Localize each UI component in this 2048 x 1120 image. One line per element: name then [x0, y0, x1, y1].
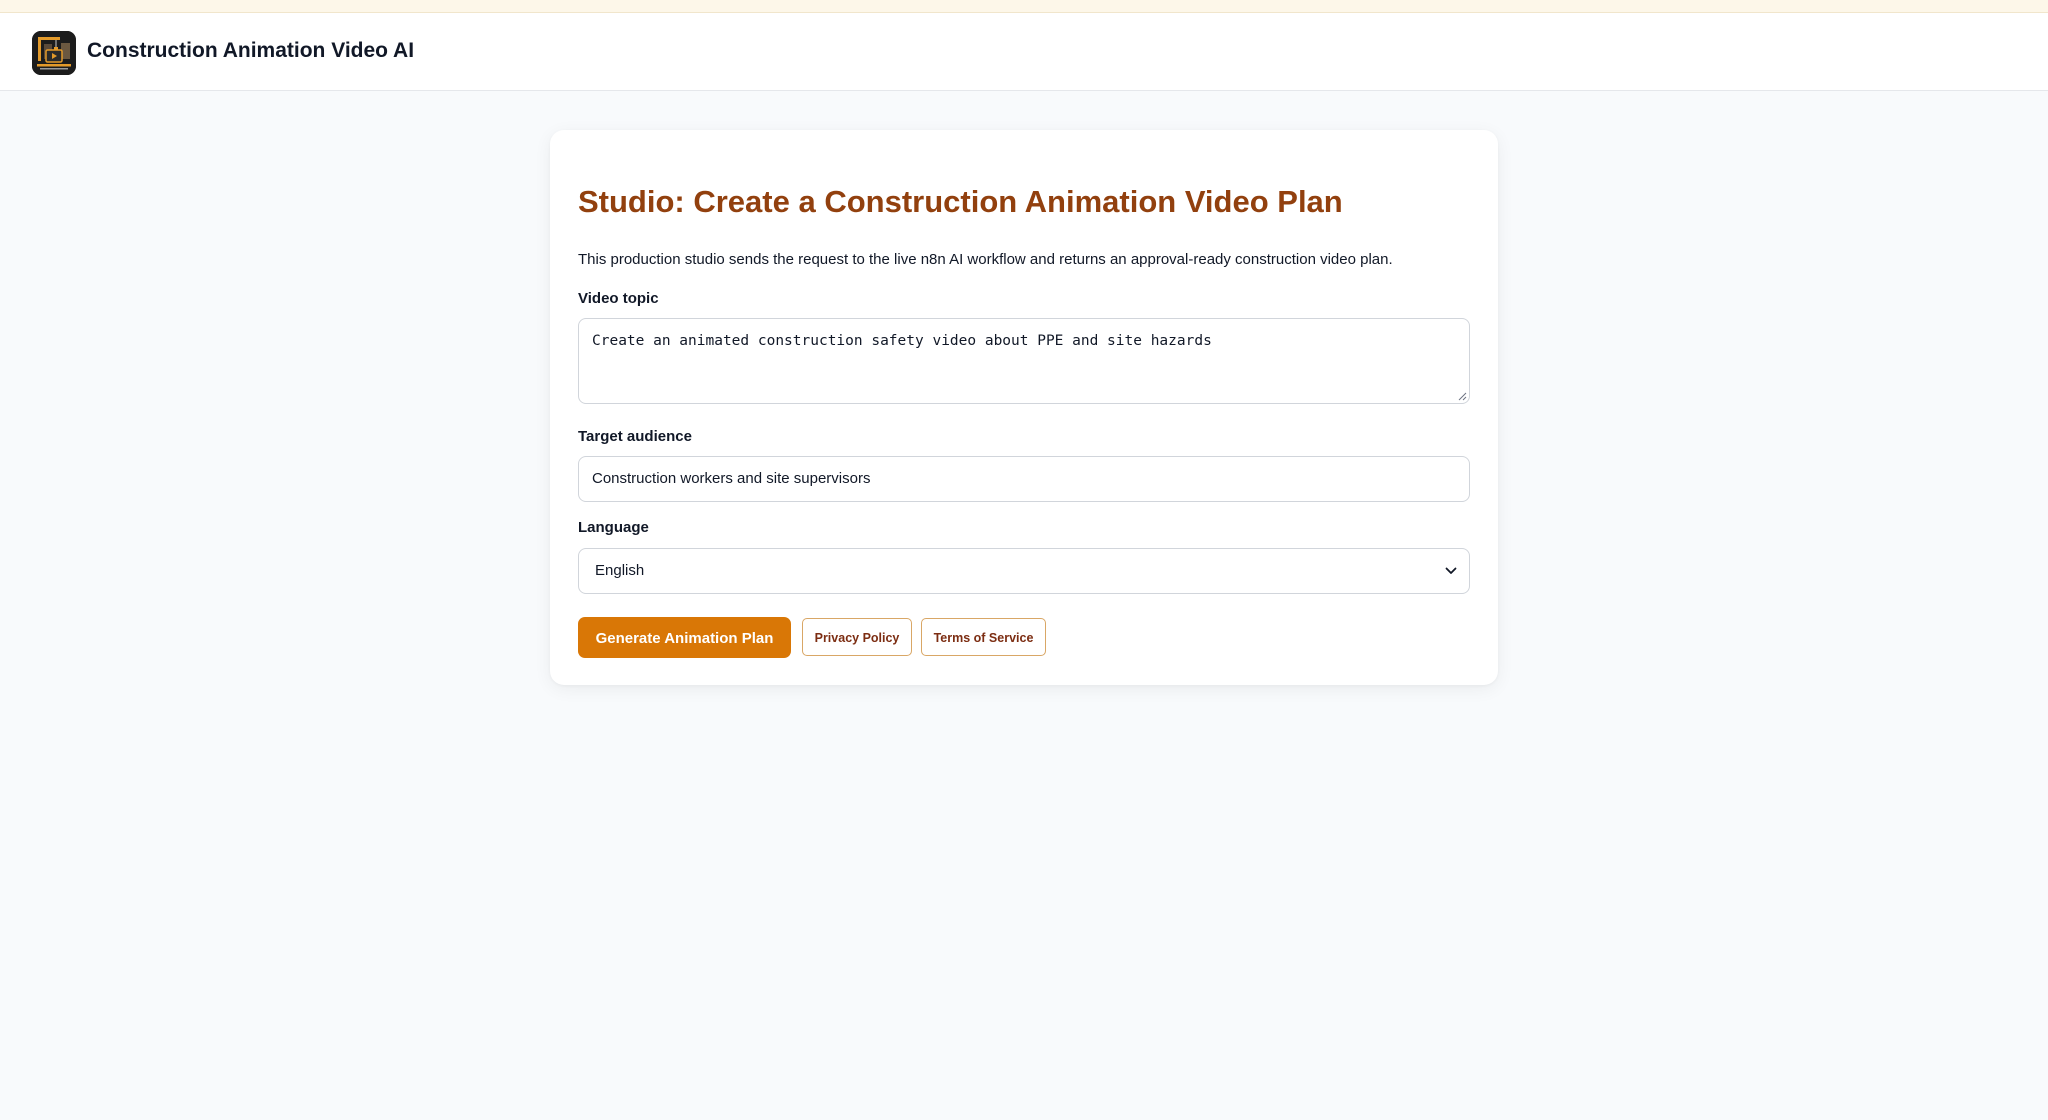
- app-header: Construction Animation Video AI: [0, 13, 2048, 91]
- top-banner-strip: [0, 0, 2048, 13]
- resize-handle-icon[interactable]: [1457, 391, 1467, 401]
- video-topic-label: Video topic: [578, 290, 659, 307]
- privacy-policy-button[interactable]: Privacy Policy: [802, 618, 912, 656]
- chevron-down-icon: [1445, 567, 1457, 574]
- target-audience-input[interactable]: Construction workers and site supervisor…: [578, 456, 1470, 502]
- construction-logo-icon[interactable]: [32, 31, 76, 75]
- target-audience-label: Target audience: [578, 428, 692, 445]
- page-title: Studio: Create a Construction Animation …: [578, 184, 1343, 219]
- language-label: Language: [578, 519, 649, 536]
- target-audience-value: Construction workers and site supervisor…: [592, 470, 871, 487]
- terms-of-service-button[interactable]: Terms of Service: [921, 618, 1046, 656]
- video-topic-value: Create an animated construction safety v…: [592, 333, 1212, 349]
- studio-description: This production studio sends the request…: [578, 251, 1393, 268]
- studio-card: Studio: Create a Construction Animation …: [550, 130, 1498, 685]
- generate-animation-plan-button[interactable]: Generate Animation Plan: [578, 617, 791, 658]
- video-topic-textarea[interactable]: Create an animated construction safety v…: [578, 318, 1470, 404]
- language-select[interactable]: English: [578, 548, 1470, 594]
- app-title: Construction Animation Video AI: [87, 39, 415, 62]
- language-selected-value: English: [595, 562, 645, 579]
